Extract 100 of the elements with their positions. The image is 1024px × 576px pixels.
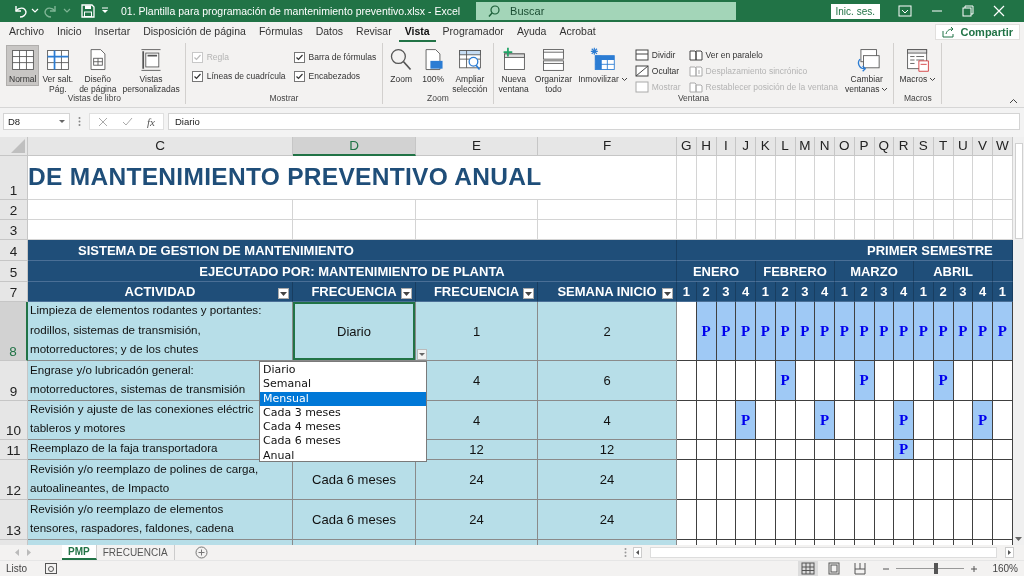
menu-tab[interactable]: Archivo bbox=[3, 22, 50, 42]
ribbon-button[interactable]: Diseño de página bbox=[76, 45, 120, 96]
dropdown-button[interactable] bbox=[417, 349, 427, 360]
caret-icon bbox=[280, 291, 287, 296]
insert-function-button[interactable]: fx bbox=[147, 115, 155, 128]
table-cell: P bbox=[775, 302, 796, 361]
check-icon[interactable] bbox=[122, 116, 133, 127]
ribbon-button[interactable]: Organizar todo bbox=[531, 45, 576, 96]
column-header[interactable]: K bbox=[756, 137, 776, 156]
menu-tab[interactable]: Revisar bbox=[350, 22, 398, 42]
slider-thumb[interactable] bbox=[933, 563, 938, 574]
row-header[interactable]: 8 bbox=[0, 302, 28, 361]
view-button[interactable] bbox=[798, 560, 819, 576]
table-cell: Diario bbox=[293, 302, 416, 361]
filter-button[interactable] bbox=[278, 288, 289, 299]
row-header[interactable]: 9 bbox=[0, 361, 28, 401]
menu-tab[interactable]: Inicio bbox=[51, 22, 88, 42]
menu-tab[interactable]: Acrobat bbox=[553, 22, 602, 42]
table-cell bbox=[914, 200, 934, 220]
row-header[interactable]: 5 bbox=[0, 261, 28, 282]
column-header[interactable]: N bbox=[815, 137, 835, 156]
right-arrow-icon[interactable] bbox=[1005, 547, 1014, 558]
ribbon-button[interactable]: Ampliar selección bbox=[449, 45, 491, 96]
ribbon-button[interactable]: 100% bbox=[417, 45, 450, 86]
ribbon-button[interactable]: Inmovilizar bbox=[575, 45, 631, 86]
row-header[interactable]: 2 bbox=[0, 200, 28, 220]
menu-tab[interactable]: Datos bbox=[309, 22, 350, 42]
table-cell: 24 bbox=[416, 500, 538, 540]
row-header[interactable]: 4 bbox=[0, 240, 28, 261]
row-header[interactable]: 1 bbox=[0, 156, 28, 200]
customize-icon[interactable] bbox=[101, 7, 109, 15]
column-header[interactable]: E bbox=[416, 137, 538, 156]
name-box[interactable]: D8 bbox=[3, 113, 70, 130]
column-header[interactable]: S bbox=[914, 137, 934, 156]
ribbon-button[interactable]: Normal bbox=[6, 45, 40, 86]
zoom-in-icon[interactable] bbox=[970, 564, 979, 573]
ribbon-button[interactable]: Nueva ventana bbox=[495, 45, 532, 96]
table-cell bbox=[894, 220, 914, 240]
left-arrow-icon[interactable] bbox=[633, 547, 642, 558]
menu-tab[interactable]: Ayuda bbox=[510, 22, 553, 42]
dropdown-option[interactable]: Mensual bbox=[260, 391, 426, 406]
undo-icon[interactable] bbox=[12, 3, 28, 19]
close-icon[interactable] bbox=[993, 5, 1005, 17]
row-header[interactable]: 3 bbox=[0, 220, 28, 240]
column-header[interactable]: O bbox=[835, 137, 855, 156]
ribbon-button[interactable]: Ocultar bbox=[634, 64, 681, 78]
add-sheet-icon[interactable] bbox=[194, 546, 208, 559]
menu-tab[interactable]: Disposición de página bbox=[137, 22, 252, 42]
checkbox-label: Barra de fórmulas bbox=[308, 52, 377, 62]
row-header[interactable]: 7 bbox=[0, 282, 28, 302]
ribbon-button[interactable]: Macros bbox=[896, 45, 940, 86]
column-header[interactable]: R bbox=[894, 137, 914, 156]
column-header[interactable]: J bbox=[736, 137, 756, 156]
table-header: 3 bbox=[795, 282, 816, 302]
scrollbar-thumb[interactable] bbox=[650, 547, 997, 558]
ribbon-button[interactable]: Cambiar ventanas bbox=[841, 45, 892, 96]
table-cell bbox=[756, 200, 776, 220]
formula-field[interactable]: Diario bbox=[168, 113, 1020, 130]
caret-icon[interactable] bbox=[63, 8, 71, 14]
filter-button[interactable] bbox=[401, 288, 412, 299]
ribbon-button[interactable]: Vistas personalizadas bbox=[119, 45, 183, 96]
scrollbar-thumb[interactable] bbox=[1014, 143, 1023, 239]
down-arrow-icon[interactable] bbox=[1014, 534, 1023, 543]
restore-icon[interactable] bbox=[962, 5, 974, 17]
share-button[interactable]: Compartir bbox=[935, 24, 1020, 40]
column-header[interactable]: F bbox=[538, 137, 677, 156]
ribbon-button[interactable]: Dividir bbox=[634, 48, 681, 62]
table-cell bbox=[933, 156, 954, 200]
filter-button[interactable] bbox=[523, 288, 534, 299]
search-field[interactable]: Buscar bbox=[476, 2, 737, 20]
zoom-level[interactable]: 160% bbox=[992, 563, 1018, 574]
split-icon bbox=[634, 48, 649, 62]
column-header[interactable]: G bbox=[677, 137, 697, 156]
row-header[interactable]: 13 bbox=[0, 500, 28, 540]
collapse-icon[interactable] bbox=[1009, 98, 1018, 104]
menu-tab[interactable]: Programador bbox=[436, 22, 510, 42]
table-cell: 24 bbox=[538, 460, 677, 500]
macro-record-icon[interactable] bbox=[45, 563, 58, 574]
sign-in-button[interactable]: Inic. ses. bbox=[830, 3, 880, 19]
ribbon-display-icon[interactable] bbox=[898, 5, 912, 17]
ribbon-button[interactable]: Ver en paralelo bbox=[688, 48, 838, 62]
table-header: 3 bbox=[874, 282, 895, 302]
column-header[interactable]: W bbox=[993, 137, 1013, 156]
row-header[interactable]: 11 bbox=[0, 440, 28, 460]
checkbox[interactable] bbox=[191, 70, 203, 82]
caret-icon[interactable] bbox=[59, 119, 65, 124]
checkbox[interactable] bbox=[293, 51, 305, 63]
menu-tab[interactable]: Insertar bbox=[88, 22, 137, 42]
menu-tab[interactable]: Fórmulas bbox=[252, 22, 309, 42]
column-header[interactable]: V bbox=[973, 137, 993, 156]
table-cell: P bbox=[854, 361, 875, 401]
column-header[interactable]: D bbox=[293, 137, 416, 156]
column-header[interactable]: C bbox=[28, 137, 293, 156]
row-header[interactable]: 12 bbox=[0, 460, 28, 500]
filter-button[interactable] bbox=[662, 288, 673, 299]
sheet-tab[interactable]: PMP bbox=[62, 545, 97, 560]
save-icon[interactable] bbox=[81, 4, 95, 18]
row-header[interactable]: 10 bbox=[0, 401, 28, 440]
ribbon-button[interactable]: Zoom bbox=[385, 45, 418, 86]
checkbox[interactable] bbox=[293, 70, 305, 82]
